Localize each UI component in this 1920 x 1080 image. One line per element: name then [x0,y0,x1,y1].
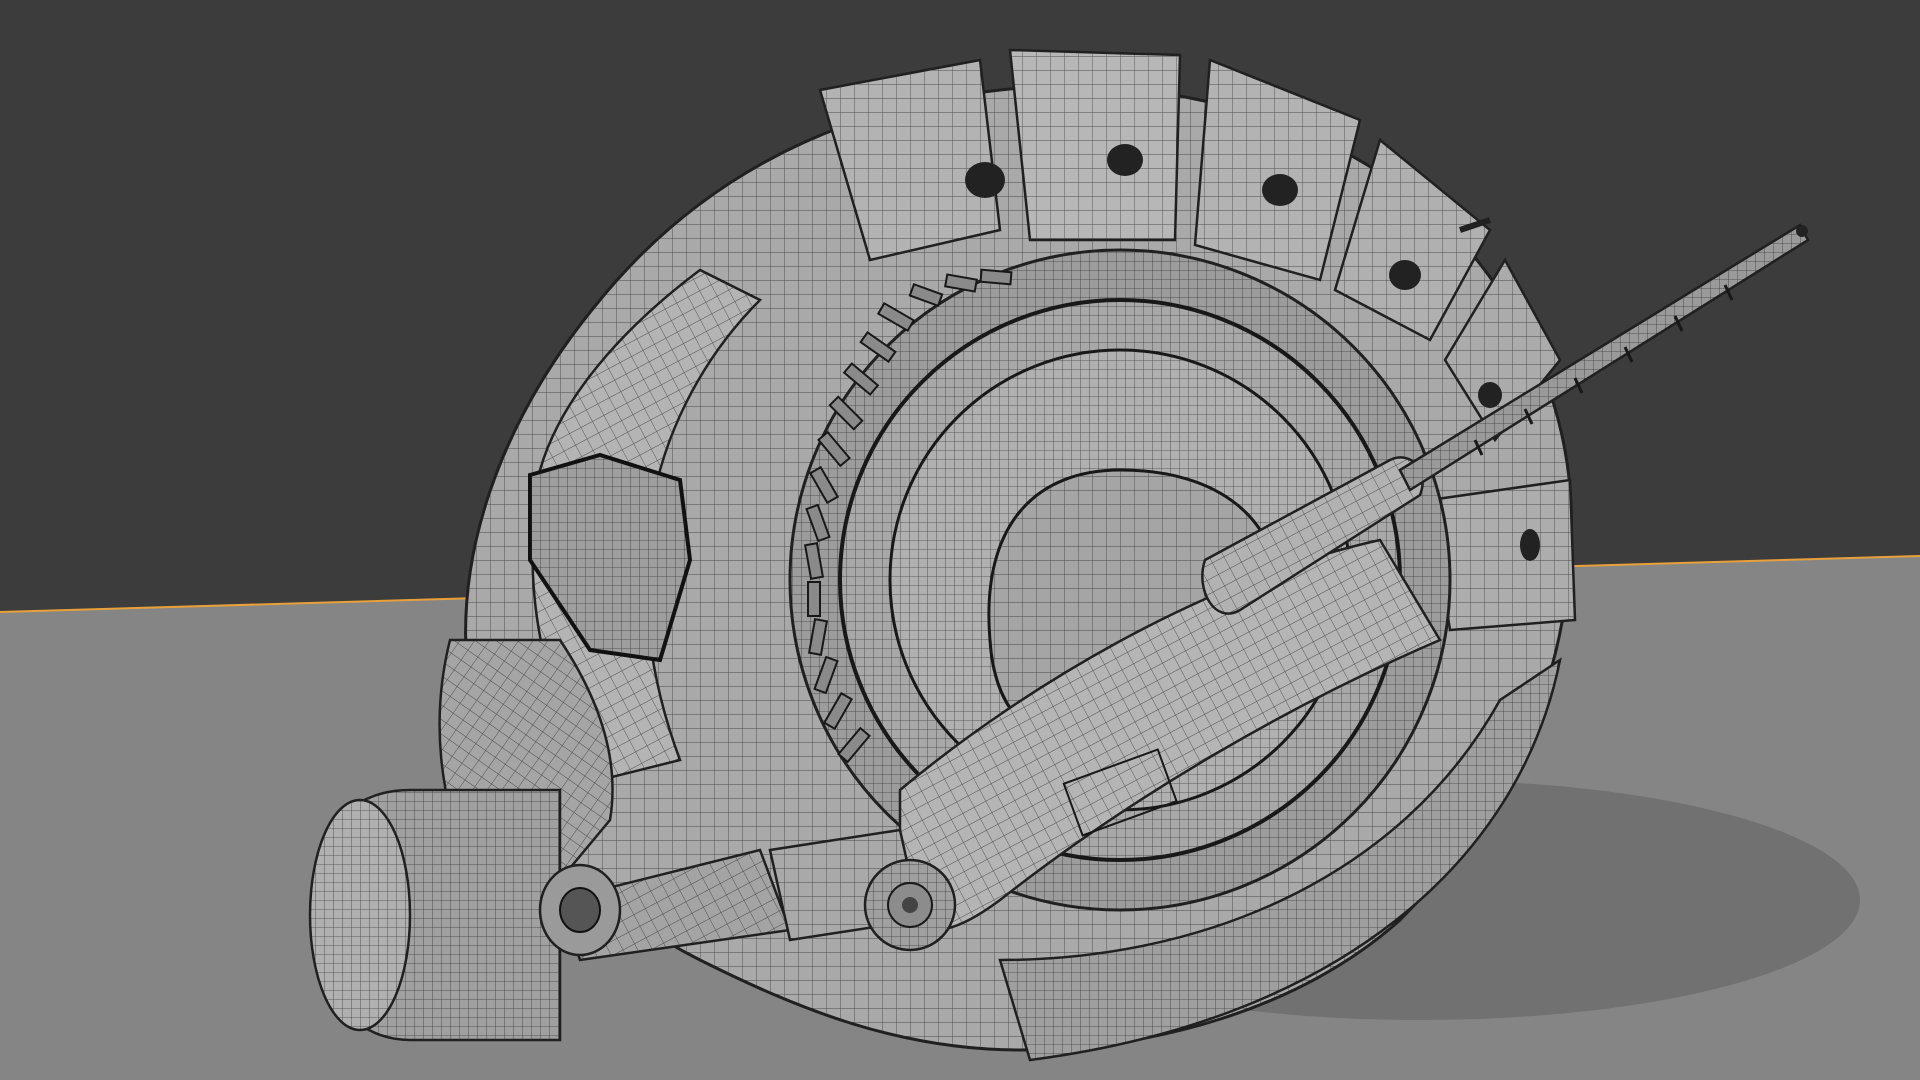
mouth-cylinder[interactable] [308,788,562,1042]
viewport-canvas[interactable] [0,0,1920,1080]
hinge-joint[interactable] [863,858,957,952]
3d-viewport[interactable] [0,0,1920,1080]
